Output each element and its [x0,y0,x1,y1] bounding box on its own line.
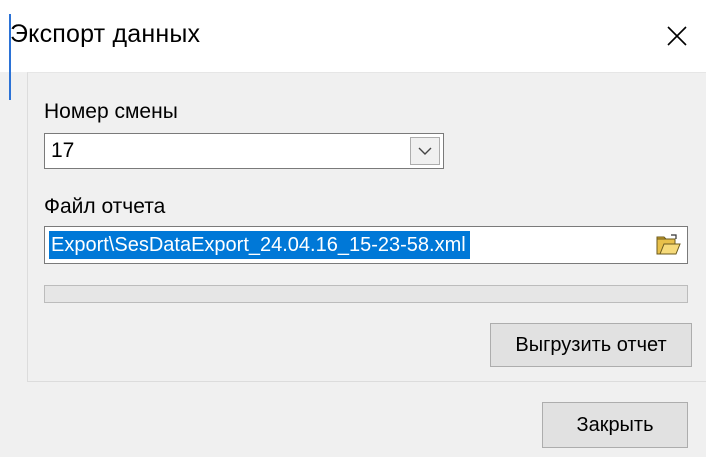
shift-number-value: 17 [51,139,75,162]
export-report-button[interactable]: Выгрузить отчет [490,323,692,367]
close-window-button[interactable] [648,0,706,72]
shift-number-label: Номер смены [44,100,178,123]
export-dialog: Экспорт данных Номер смены 17 Файл отчет… [0,0,706,457]
report-file-label: Файл отчета [44,195,166,218]
shift-number-select[interactable]: 17 [44,133,444,169]
export-progress-bar [44,285,688,303]
report-file-input[interactable]: Export\SesDataExport_24.04.16_15-23-58.x… [44,226,688,264]
browse-file-button[interactable] [652,230,684,260]
open-folder-icon [656,234,681,255]
close-icon [667,26,687,46]
close-button[interactable]: Закрыть [542,402,688,448]
chevron-down-icon [418,147,432,155]
title-bar: Экспорт данных [0,0,706,100]
window-title: Экспорт данных [10,20,201,48]
shift-dropdown-button[interactable] [410,137,440,165]
report-file-path: Export\SesDataExport_24.04.16_15-23-58.x… [49,231,470,259]
